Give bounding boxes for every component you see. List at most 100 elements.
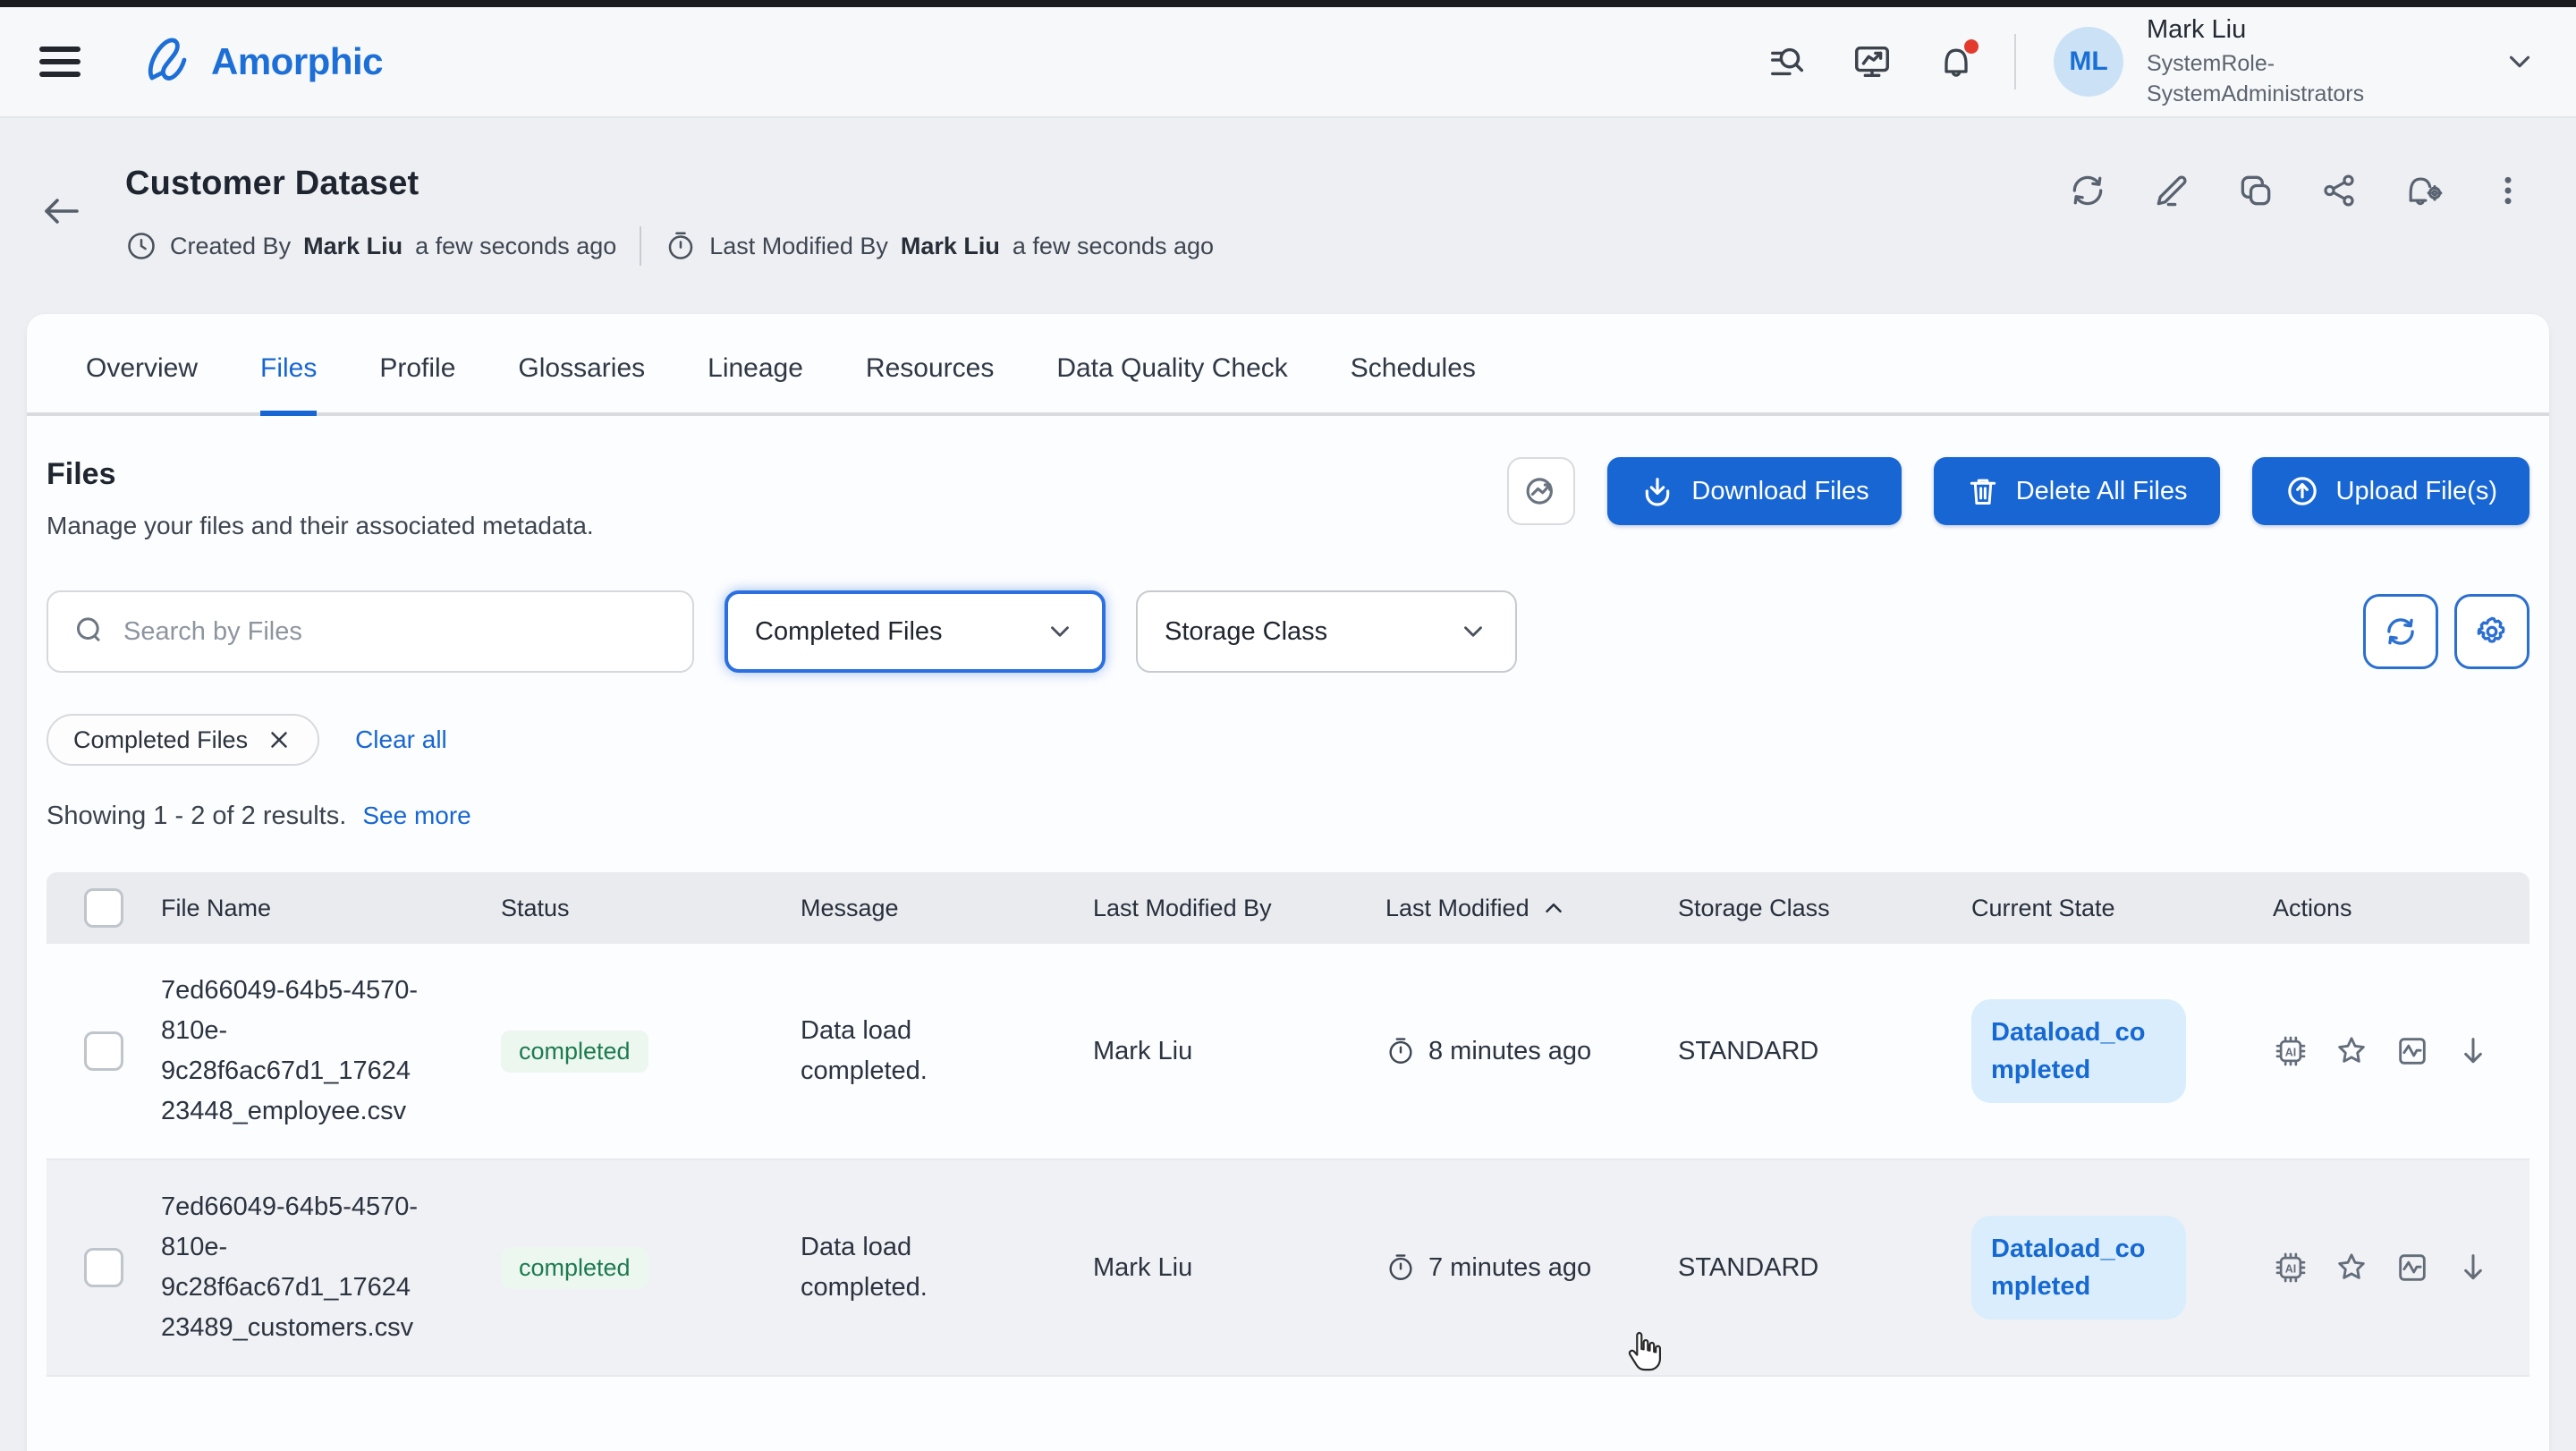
status-badge: completed xyxy=(501,1247,648,1289)
user-name: Mark Liu xyxy=(2147,15,2386,45)
table-settings-button[interactable] xyxy=(2454,594,2529,669)
notifications-icon[interactable] xyxy=(1936,41,1977,82)
clear-all-link[interactable]: Clear all xyxy=(355,726,447,754)
search-files-box[interactable] xyxy=(47,590,694,673)
select-all-checkbox[interactable] xyxy=(84,888,123,928)
global-search-icon[interactable] xyxy=(1767,41,1809,82)
ai-metadata-icon[interactable]: AI xyxy=(2273,1033,2309,1069)
dataset-card: Overview Files Profile Glossaries Lineag… xyxy=(27,314,2549,1451)
download-file-icon[interactable] xyxy=(2455,1250,2491,1286)
files-section-subtitle: Manage your files and their associated m… xyxy=(47,512,594,540)
last-modified: 8 minutes ago xyxy=(1385,1009,1678,1093)
chevron-down-icon xyxy=(1458,616,1488,647)
storage-class-select[interactable]: Storage Class xyxy=(1136,590,1517,673)
edit-icon[interactable] xyxy=(2152,171,2191,210)
table-header: File Name Status Message Last Modified B… xyxy=(47,872,2529,944)
monitoring-icon[interactable] xyxy=(1852,41,1893,82)
row-checkbox[interactable] xyxy=(84,1031,123,1071)
search-icon xyxy=(72,614,107,649)
col-status[interactable]: Status xyxy=(501,895,801,922)
file-name[interactable]: 7ed66049-64b5-4570-810e-9c28f6ac67d1_176… xyxy=(161,971,422,1132)
col-file-name[interactable]: File Name xyxy=(161,895,501,922)
avatar[interactable]: ML xyxy=(2054,27,2123,97)
created-clock-icon xyxy=(125,230,157,262)
results-summary: Showing 1 - 2 of 2 results. See more xyxy=(47,802,2529,831)
reload-list-button[interactable] xyxy=(2363,594,2438,669)
user-role: SystemRole-SystemAdministrators xyxy=(2147,48,2386,109)
ai-metadata-icon[interactable]: AI xyxy=(2273,1250,2309,1286)
gear-icon xyxy=(2472,612,2512,651)
search-input[interactable] xyxy=(123,617,669,647)
favorite-star-icon[interactable] xyxy=(2334,1250,2369,1286)
chevron-down-icon[interactable] xyxy=(2503,45,2537,79)
upload-files-button[interactable]: Upload File(s) xyxy=(2252,457,2530,525)
modified-by-meta: Last Modified By Mark Liu a few seconds … xyxy=(665,230,1214,262)
amorphic-logo[interactable]: Amorphic xyxy=(145,37,383,87)
file-activity-icon[interactable] xyxy=(2394,1250,2430,1286)
status-badge: completed xyxy=(501,1031,648,1073)
see-more-link[interactable]: See more xyxy=(362,802,470,829)
stopwatch-icon xyxy=(1385,1036,1416,1066)
download-file-icon[interactable] xyxy=(2455,1033,2491,1069)
page-header: Customer Dataset Created By Mark Liu a f… xyxy=(0,118,2576,266)
col-storage-class[interactable]: Storage Class xyxy=(1678,895,1971,922)
message: Data load completed. xyxy=(801,1011,979,1091)
last-modified: 7 minutes ago xyxy=(1385,1226,1678,1310)
refresh-icon[interactable] xyxy=(2068,171,2107,210)
last-modified-by: Mark Liu xyxy=(1093,1010,1385,1093)
table-row[interactable]: 7ed66049-64b5-4570-810e-9c28f6ac67d1_176… xyxy=(47,1160,2529,1377)
tab-lineage[interactable]: Lineage xyxy=(708,353,803,416)
divider xyxy=(2014,34,2016,89)
tab-bar: Overview Files Profile Glossaries Lineag… xyxy=(27,314,2549,416)
clone-icon[interactable] xyxy=(2236,171,2275,210)
current-state-badge[interactable]: Dataload_completed xyxy=(1971,1216,2186,1319)
divider xyxy=(640,226,641,266)
row-actions: AI xyxy=(2273,1223,2529,1312)
tab-schedules[interactable]: Schedules xyxy=(1351,353,1476,416)
last-modified-by: Mark Liu xyxy=(1093,1226,1385,1310)
back-arrow-icon[interactable] xyxy=(39,193,82,266)
alert-settings-icon[interactable] xyxy=(2402,170,2445,211)
amorphic-logo-text: Amorphic xyxy=(211,40,383,83)
row-actions: AI xyxy=(2273,1006,2529,1096)
user-block[interactable]: Mark Liu SystemRole-SystemAdministrators xyxy=(2147,15,2386,109)
chip-close-icon[interactable] xyxy=(266,726,292,753)
col-last-modified[interactable]: Last Modified xyxy=(1385,895,1678,922)
hamburger-menu-icon[interactable] xyxy=(39,47,80,77)
tab-profile[interactable]: Profile xyxy=(379,353,455,416)
more-menu-icon[interactable] xyxy=(2490,171,2526,210)
stopwatch-icon xyxy=(1385,1252,1416,1283)
tab-overview[interactable]: Overview xyxy=(86,353,198,416)
tab-data-quality-check[interactable]: Data Quality Check xyxy=(1056,353,1287,416)
modified-time: a few seconds ago xyxy=(1013,233,1214,260)
col-last-modified-by[interactable]: Last Modified By xyxy=(1093,895,1385,922)
col-message[interactable]: Message xyxy=(801,895,1093,922)
share-icon[interactable] xyxy=(2320,172,2358,209)
col-current-state[interactable]: Current State xyxy=(1971,895,2273,922)
file-activity-icon[interactable] xyxy=(2394,1033,2430,1069)
status-filter-select[interactable]: Completed Files xyxy=(724,590,1106,673)
file-name[interactable]: 7ed66049-64b5-4570-810e-9c28f6ac67d1_176… xyxy=(161,1187,422,1348)
tab-glossaries[interactable]: Glossaries xyxy=(518,353,645,416)
applied-filter-chip[interactable]: Completed Files xyxy=(47,714,319,766)
notification-badge xyxy=(1964,39,1979,54)
modified-clock-icon xyxy=(665,230,697,262)
data-explorer-button[interactable] xyxy=(1507,457,1575,525)
mouse-cursor xyxy=(1623,1329,1664,1374)
top-bar: Amorphic xyxy=(0,7,2576,118)
row-checkbox[interactable] xyxy=(84,1248,123,1287)
delete-all-files-button[interactable]: Delete All Files xyxy=(1934,457,2220,525)
storage-class: STANDARD xyxy=(1678,1010,1971,1093)
favorite-star-icon[interactable] xyxy=(2334,1033,2369,1069)
upload-icon xyxy=(2284,473,2320,509)
reload-icon xyxy=(2382,613,2419,650)
delete-icon xyxy=(1966,473,2000,509)
download-files-button[interactable]: Download Files xyxy=(1607,457,1901,525)
table-row[interactable]: 7ed66049-64b5-4570-810e-9c28f6ac67d1_176… xyxy=(47,944,2529,1160)
tab-files[interactable]: Files xyxy=(260,353,317,416)
files-table: File Name Status Message Last Modified B… xyxy=(47,872,2529,1377)
window-chrome-edge xyxy=(0,0,2576,7)
current-state-badge[interactable]: Dataload_completed xyxy=(1971,999,2186,1103)
tab-resources[interactable]: Resources xyxy=(866,353,994,416)
svg-text:AI: AI xyxy=(2285,1046,2297,1058)
